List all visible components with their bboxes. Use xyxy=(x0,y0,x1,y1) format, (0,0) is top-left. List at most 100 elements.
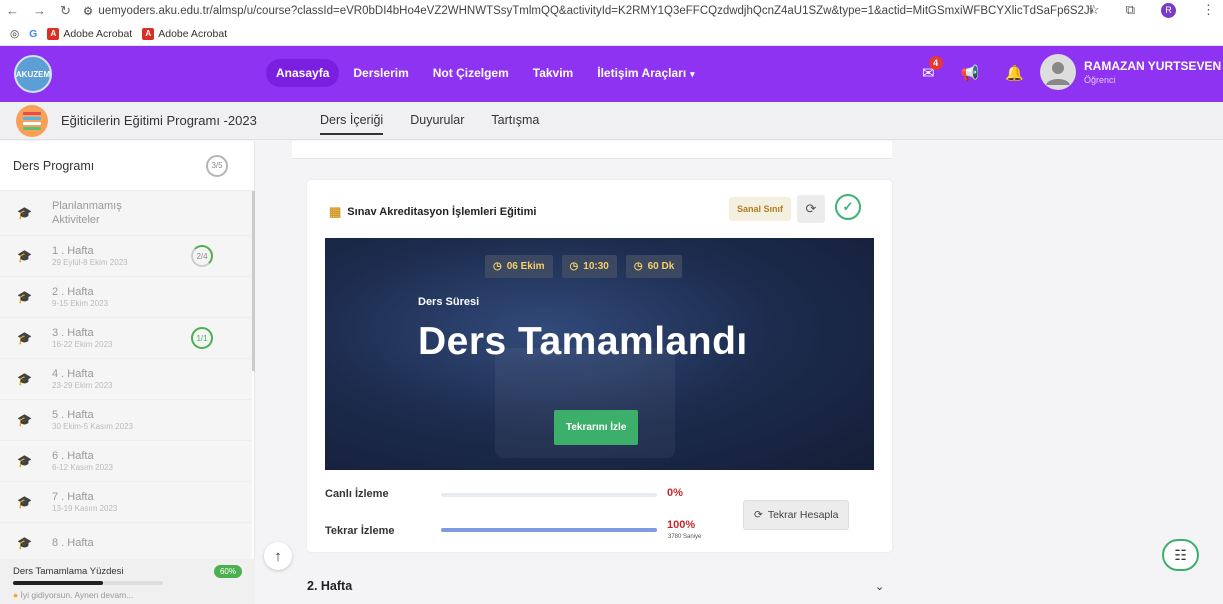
chevron-down-icon[interactable]: ⌄ xyxy=(875,580,884,593)
announcement-icon[interactable]: 📢 xyxy=(961,64,980,82)
nav-derslerim[interactable]: Derslerim xyxy=(343,59,418,87)
menu-icon[interactable]: ⋮ xyxy=(1202,2,1215,18)
item-title: 8 . Hafta xyxy=(52,537,94,549)
main-nav: Anasayfa Derslerim Not Çizelgem Takvim İ… xyxy=(266,59,709,87)
duration-label: Ders Süresi xyxy=(418,296,480,308)
sidebar-item-week-1[interactable]: 🎓 1 . Hafta 29 Eylül-8 Ekim 2023 2/4 xyxy=(0,236,252,277)
site-info-icon[interactable]: ⚙ xyxy=(83,4,97,18)
graduation-cap-icon: 🎓 xyxy=(17,372,32,386)
course-icon xyxy=(16,105,48,137)
chrome-icon[interactable]: ◎ xyxy=(10,28,19,40)
graduation-cap-icon: 🎓 xyxy=(17,249,32,263)
user-role: Öğrenci xyxy=(1084,75,1116,85)
nav-takvim[interactable]: Takvim xyxy=(523,59,583,87)
item-dates: 13-19 Kasım 2023 xyxy=(52,504,118,513)
item-title: 1 . Hafta xyxy=(52,245,94,257)
arrow-up-icon: ↑ xyxy=(274,547,282,565)
sidebar-item-week-3[interactable]: 🎓 3 . Hafta 16-22 Ekim 2023 1/1 xyxy=(0,318,252,359)
tab-duyurular[interactable]: Duyurular xyxy=(410,113,464,135)
user-menu[interactable]: RAMAZAN YURTSEVEN Öğrenci xyxy=(1040,54,1221,90)
live-progress-bar xyxy=(441,493,657,497)
watch-replay-button[interactable]: Tekrarını İzle xyxy=(554,410,639,445)
bookmark-star-icon[interactable]: ☆ xyxy=(1088,2,1100,18)
extensions-icon[interactable]: ⧉ xyxy=(1126,2,1135,18)
recalculate-button[interactable]: ⟳ Tekrar Hesapla xyxy=(743,500,850,530)
tab-ders-icerigi[interactable]: Ders İçeriği xyxy=(320,113,384,135)
section-header-week-2[interactable]: 2. Hafta xyxy=(307,579,352,593)
time-value: 10:30 xyxy=(583,261,609,272)
browser-toolbar: ← → ↻ ⚙ uemyoders.aku.edu.tr/almsp/u/cou… xyxy=(0,0,1223,22)
scroll-top-button[interactable]: ↑ xyxy=(264,542,292,570)
bell-icon[interactable]: 🔔 xyxy=(1005,64,1024,82)
course-title: Eğiticilerin Eğitimi Programı -2023 xyxy=(61,113,257,128)
graduation-cap-icon: 🎓 xyxy=(17,413,32,427)
sidebar-item-week-2[interactable]: 🎓 2 . Hafta 9-15 Ekim 2023 xyxy=(0,277,252,318)
user-name: RAMAZAN YURTSEVEN xyxy=(1084,59,1222,73)
recalculate-label: Tekrar Hesapla xyxy=(767,509,839,521)
item-dates: 29 Eylül-8 Ekim 2023 xyxy=(52,258,128,267)
clock-icon: ◷ xyxy=(493,261,502,272)
time-chip: ◷ 10:30 xyxy=(561,255,617,278)
graduation-cap-icon: 🎓 xyxy=(17,290,32,304)
activity-title: Sınav Akreditasyon İşlemleri Eğitimi xyxy=(347,206,537,218)
week-list: 🎓 Planlanmamış Aktiviteler 🎓 1 . Hafta 29… xyxy=(0,191,252,559)
refresh-icon: ⟳ xyxy=(754,509,763,521)
session-banner: ◷ 06 Ekim ◷ 10:30 ◷ 60 Dk Ders Süresi Ders … xyxy=(325,238,874,470)
nav-iletisim-araclari[interactable]: İletişim Araçları ▾ xyxy=(587,59,704,87)
reload-icon[interactable]: ↻ xyxy=(60,3,71,19)
replay-seconds: 3780 Saniye xyxy=(668,534,702,540)
clock-icon: ◷ xyxy=(569,261,579,272)
item-title: 6 . Hafta xyxy=(52,450,94,462)
akuzem-logo[interactable]: AKUZEM xyxy=(14,55,52,93)
replay-pct: 100% xyxy=(667,519,696,531)
week-progress-ring: 1/1 xyxy=(191,327,213,349)
completion-message: İyi gidiyorsun. Aynen devam... xyxy=(20,590,134,600)
item-title: 4 . Hafta xyxy=(52,368,94,380)
sidebar-item-week-5[interactable]: 🎓 5 . Hafta 30 Ekim-5 Kasım 2023 xyxy=(0,400,252,441)
acrobat-icon: A xyxy=(142,27,155,40)
back-icon[interactable]: ← xyxy=(6,3,19,19)
duration-chip: ◷ 60 Dk xyxy=(625,255,683,278)
course-bar: Eğiticilerin Eğitimi Programı -2023 Ders… xyxy=(0,102,1223,140)
tab-tartisma[interactable]: Tartışma xyxy=(491,113,539,135)
week-progress-ring: 2/4 xyxy=(191,245,213,267)
bookmark-acrobat-2[interactable]: A Adobe Acrobat xyxy=(142,27,228,40)
refresh-button[interactable]: ⟳ xyxy=(797,195,825,223)
item-dates: 9-15 Ekim 2023 xyxy=(52,299,109,308)
sidebar-heading: Ders Programı xyxy=(13,158,95,173)
acrobat-icon: A xyxy=(47,27,60,40)
sidebar-item-week-8[interactable]: 🎓 8 . Hafta xyxy=(0,523,252,559)
live-label: Canlı İzleme xyxy=(325,488,389,500)
course-sidebar: Ders Programı 3/5 🎓 Planlanmamış Aktivit… xyxy=(0,141,255,604)
google-icon[interactable]: G xyxy=(29,28,37,40)
sidebar-scrollbar[interactable] xyxy=(252,191,255,371)
completion-bar-fill xyxy=(13,581,103,585)
completion-panel: Ders Tamamlama Yüzdesi 60% ● İyi gidiyor… xyxy=(0,559,255,604)
item-title: 5 . Hafta xyxy=(52,409,94,421)
completion-pct-badge: 60% xyxy=(213,565,242,578)
bookmark-label: Adobe Acrobat xyxy=(158,27,228,40)
bookmark-acrobat-1[interactable]: A Adobe Acrobat xyxy=(47,27,133,40)
sidebar-item-week-6[interactable]: 🎓 6 . Hafta 6-12 Kasım 2023 xyxy=(0,441,252,482)
item-title: 7 . Hafta xyxy=(52,491,94,503)
sidebar-item-week-7[interactable]: 🎓 7 . Hafta 13-19 Kasım 2023 xyxy=(0,482,252,523)
nav-iletisim-label: İletişim Araçları xyxy=(597,66,687,80)
forward-icon[interactable]: → xyxy=(33,3,46,19)
bookmark-label: Adobe Acrobat xyxy=(63,27,133,40)
item-dates: 30 Ekim-5 Kasım 2023 xyxy=(52,422,133,431)
messages-icon[interactable]: ✉ 4 xyxy=(922,56,943,82)
settings-sliders-button[interactable]: ☷ xyxy=(1162,539,1199,571)
progress-ring: 3/5 xyxy=(206,154,228,177)
nav-anasayfa[interactable]: Anasayfa xyxy=(266,59,340,87)
nav-not-cizelgem[interactable]: Not Çizelgem xyxy=(423,59,519,87)
completed-check-icon: ✓ xyxy=(835,194,861,220)
sidebar-item-unplanned[interactable]: 🎓 Planlanmamış Aktiviteler xyxy=(0,191,252,236)
address-bar[interactable]: ⚙ uemyoders.aku.edu.tr/almsp/u/course?cl… xyxy=(83,4,1093,18)
app-header: AKUZEM Anasayfa Derslerim Not Çizelgem T… xyxy=(0,46,1223,102)
session-status: Ders Tamamlandı xyxy=(418,320,748,363)
profile-avatar[interactable]: R xyxy=(1161,2,1176,18)
sidebar-item-week-4[interactable]: 🎓 4 . Hafta 23-29 Ekim 2023 xyxy=(0,359,252,400)
emoji-icon: ● xyxy=(13,590,19,600)
replay-progress-bar xyxy=(441,528,657,532)
item-title: 3 . Hafta xyxy=(52,327,94,339)
